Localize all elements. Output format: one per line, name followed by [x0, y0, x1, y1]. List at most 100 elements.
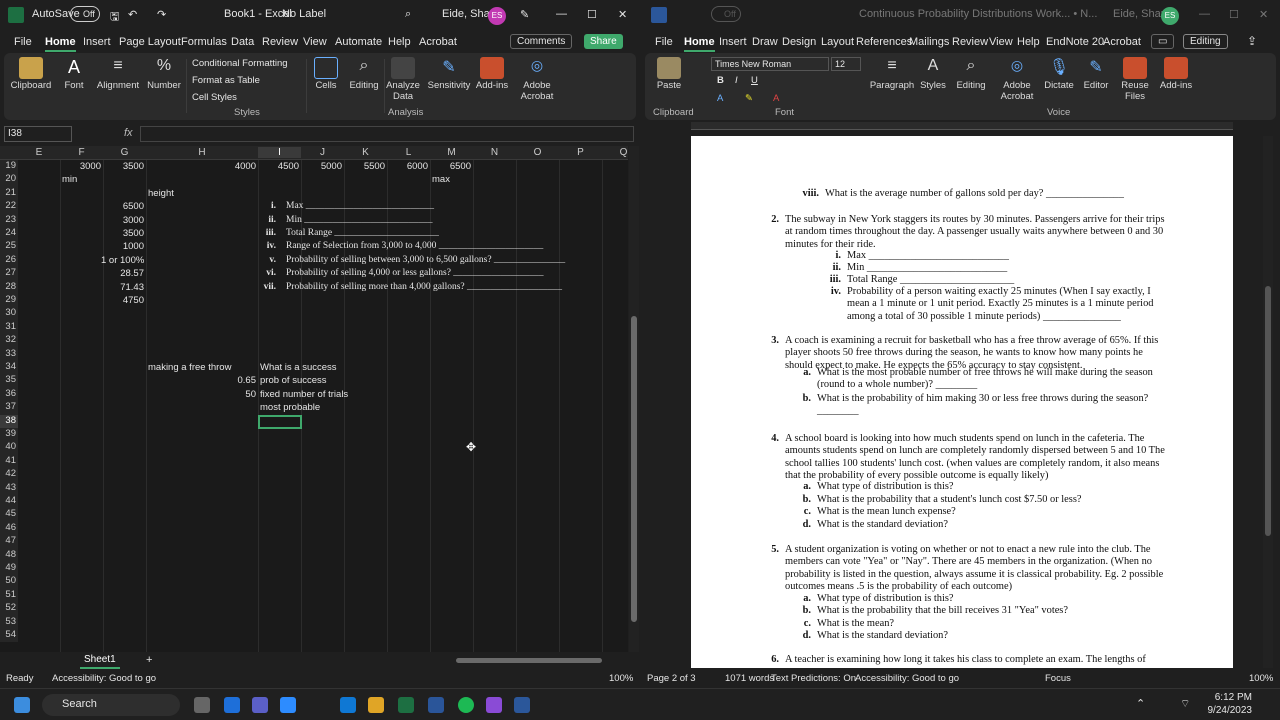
- redo-icon[interactable]: ↷: [157, 8, 166, 21]
- minimize-icon[interactable]: —: [556, 8, 567, 20]
- row-header[interactable]: 23: [0, 213, 18, 227]
- question-text[interactable]: What is the average number of gallons so…: [825, 188, 1171, 200]
- status-focus[interactable]: Focus: [1045, 673, 1071, 684]
- column-header[interactable]: I: [258, 147, 301, 158]
- word-add-ins-button[interactable]: Add-ins: [1157, 55, 1195, 117]
- sheet-tab[interactable]: Sheet1: [80, 652, 120, 669]
- selected-cell[interactable]: [258, 414, 302, 429]
- onenote-icon[interactable]: [486, 697, 502, 713]
- textbox-numeral[interactable]: vii.: [230, 282, 276, 292]
- row-header[interactable]: 26: [0, 253, 18, 268]
- column-header[interactable]: Q: [602, 147, 628, 158]
- textbox-numeral[interactable]: i.: [230, 201, 276, 211]
- cell-i34[interactable]: What is a success: [260, 362, 337, 373]
- question-text[interactable]: Min ___________________________: [847, 262, 1171, 274]
- undo-icon[interactable]: ↶: [128, 8, 137, 21]
- word-status-accessibility[interactable]: Accessibility: Good to go: [855, 673, 959, 684]
- row-header[interactable]: 31: [0, 320, 18, 335]
- status-page[interactable]: Page 2 of 3: [647, 673, 696, 684]
- cell-f20[interactable]: min: [62, 174, 77, 185]
- row-header[interactable]: 32: [0, 334, 18, 348]
- bold-icon[interactable]: B: [717, 75, 724, 86]
- document-page[interactable]: viii. What is the average number of gallo…: [691, 136, 1233, 668]
- question-text[interactable]: Probability of a person waiting exactly …: [847, 286, 1171, 323]
- fx-icon[interactable]: fx: [124, 127, 133, 139]
- search-icon[interactable]: ⌕: [405, 8, 411, 21]
- tab-home[interactable]: Home: [45, 36, 76, 52]
- column-header[interactable]: G: [103, 147, 146, 158]
- format-table-button[interactable]: Format as Table: [192, 75, 260, 86]
- row-header[interactable]: 35: [0, 374, 18, 388]
- tray-chevron-icon[interactable]: ⌃: [1136, 697, 1145, 710]
- column-header[interactable]: P: [559, 147, 602, 158]
- clipboard-group[interactable]: Clipboard: [8, 55, 54, 117]
- word-tab-draw[interactable]: Draw: [752, 36, 778, 48]
- word-share-icon[interactable]: ⇪: [1247, 34, 1257, 48]
- word-tab-mailings[interactable]: Mailings: [909, 36, 949, 48]
- avatar[interactable]: ES: [488, 7, 506, 25]
- tab-review[interactable]: Review: [262, 36, 298, 48]
- status-text-predictions[interactable]: Text Predictions: On: [771, 673, 856, 684]
- styles-button[interactable]: A Styles: [915, 55, 951, 117]
- word-taskbar-icon[interactable]: [514, 697, 530, 713]
- maximize-icon[interactable]: ☐: [587, 8, 597, 21]
- cell-g25[interactable]: 1000: [101, 241, 144, 252]
- row-header[interactable]: 19: [0, 160, 18, 174]
- row-header[interactable]: 43: [0, 481, 18, 495]
- close-icon[interactable]: ✕: [618, 8, 627, 21]
- question-text[interactable]: What type of distribution is this?: [817, 593, 1171, 605]
- word-close-icon[interactable]: ✕: [1259, 8, 1268, 21]
- cell-g26[interactable]: 1 or 100%: [101, 255, 144, 266]
- word-status-zoom[interactable]: 100%: [1249, 673, 1273, 684]
- question-text[interactable]: What is the most probable number of free…: [817, 367, 1171, 392]
- column-header[interactable]: H: [146, 147, 258, 158]
- textbox-question[interactable]: Probability of selling 4,000 or less gal…: [286, 268, 544, 278]
- lr-icon[interactable]: [428, 697, 444, 713]
- comments-button[interactable]: Comments: [510, 34, 573, 49]
- cell-h35[interactable]: 0.65: [144, 375, 257, 386]
- cell-g19[interactable]: 3500: [101, 161, 144, 172]
- column-header[interactable]: M: [430, 147, 473, 158]
- cell-i37[interactable]: most probable: [260, 402, 320, 413]
- textbox-question[interactable]: Probability of selling more than 4,000 g…: [286, 282, 562, 292]
- textbox-question[interactable]: Probability of selling between 3,000 to …: [286, 255, 565, 265]
- tab-formulas[interactable]: Formulas: [181, 36, 227, 48]
- row-header[interactable]: 28: [0, 280, 18, 294]
- wifi-icon[interactable]: ⌔: [1180, 697, 1190, 711]
- row-header[interactable]: 36: [0, 387, 18, 402]
- row-header[interactable]: 21: [0, 186, 18, 201]
- worksheet-grid[interactable]: EFGHIJKLMNOPQ 19 20 21 22 23 24 25 26 27 28 29 30 31…: [0, 146, 628, 652]
- row-header[interactable]: 25: [0, 240, 18, 254]
- question-text[interactable]: Total Range ______________________: [847, 274, 1171, 286]
- status-accessibility[interactable]: Accessibility: Good to go: [52, 673, 156, 684]
- question-text[interactable]: What is the mean?: [817, 618, 1171, 630]
- tab-help[interactable]: Help: [388, 36, 411, 48]
- column-header[interactable]: E: [18, 147, 60, 158]
- cell-g23[interactable]: 3000: [101, 215, 144, 226]
- row-header[interactable]: 20: [0, 173, 18, 187]
- word-tab-acrobat[interactable]: Acrobat: [1103, 36, 1141, 48]
- text-effects-icon[interactable]: A: [717, 93, 723, 104]
- word-minimize-icon[interactable]: —: [1199, 8, 1210, 20]
- question-text[interactable]: What is the standard deviation?: [817, 630, 1171, 642]
- question-text[interactable]: What type of distribution is this?: [817, 481, 1171, 493]
- question-text[interactable]: What is the probability that the bill re…: [817, 605, 1171, 617]
- row-header[interactable]: 22: [0, 200, 18, 214]
- word-tab-endnote[interactable]: EndNote 20: [1046, 36, 1104, 48]
- row-header[interactable]: 52: [0, 602, 18, 616]
- question-text[interactable]: The subway in New York staggers its rout…: [785, 214, 1171, 251]
- row-header[interactable]: 27: [0, 267, 18, 281]
- row-header[interactable]: 49: [0, 562, 18, 576]
- question-text[interactable]: What is the mean lunch expense?: [817, 506, 1171, 518]
- row-header[interactable]: 51: [0, 588, 18, 603]
- alignment-group[interactable]: ≡ Alignment: [94, 55, 142, 117]
- word-autosave-toggle[interactable]: Off: [711, 6, 741, 22]
- editing-group[interactable]: ⌕ Editing: [344, 55, 384, 117]
- excel-taskbar-icon[interactable]: [398, 697, 414, 713]
- outlook-icon[interactable]: [340, 697, 356, 713]
- question-text[interactable]: A school board is looking into how much …: [785, 433, 1171, 483]
- horizontal-scrollbar[interactable]: [456, 658, 602, 663]
- row-header[interactable]: 46: [0, 521, 18, 536]
- taskbar-search-box[interactable]: Search: [42, 694, 180, 716]
- question-text[interactable]: A teacher is examining how long it takes…: [785, 654, 1171, 666]
